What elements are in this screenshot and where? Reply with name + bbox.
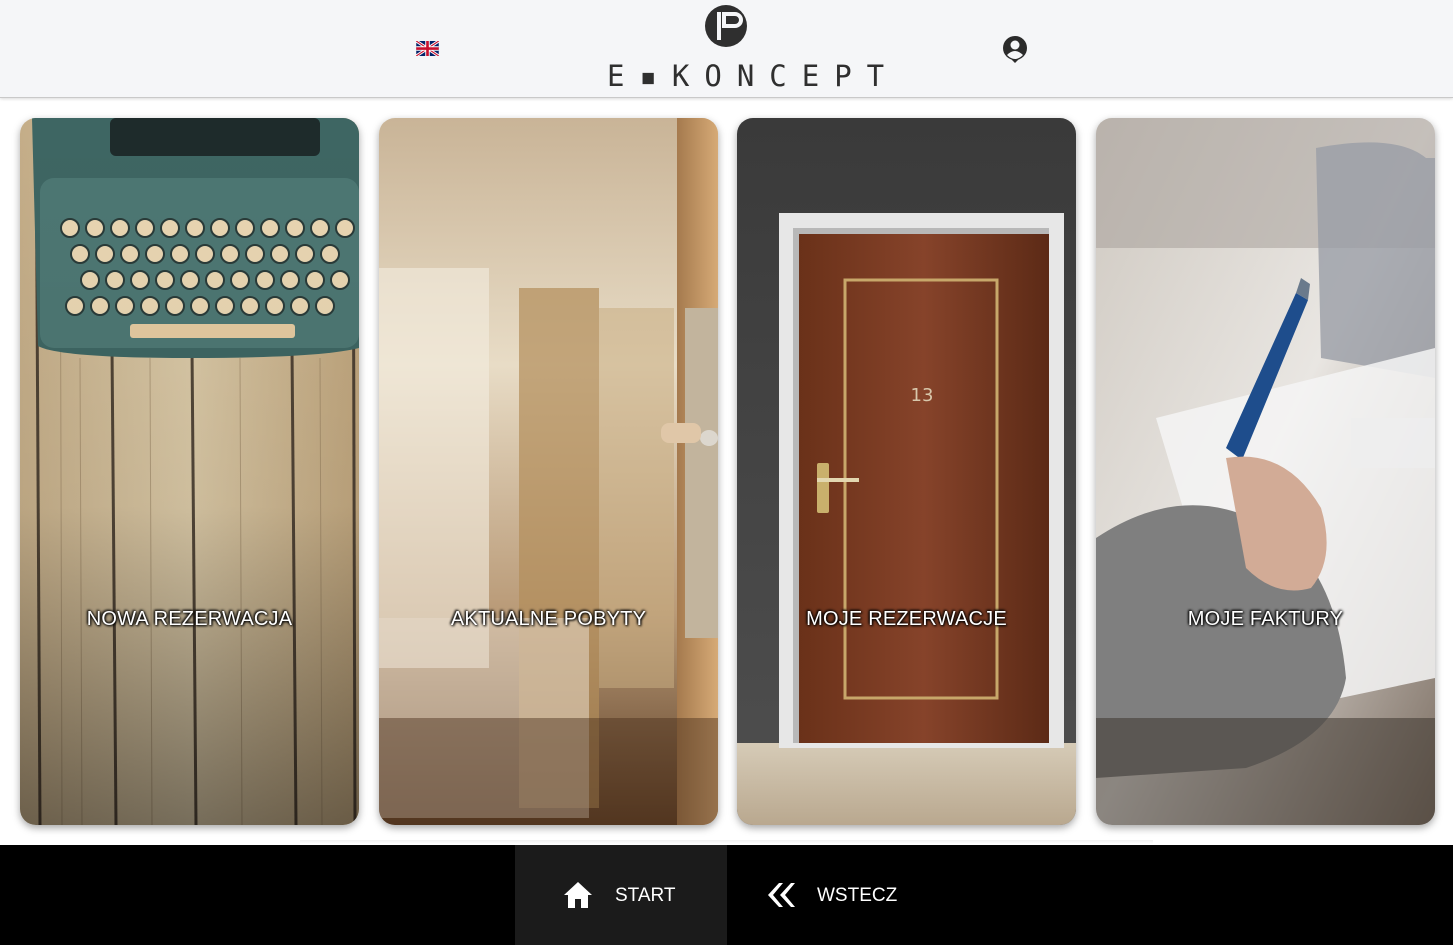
bottom-navigation: START WSTECZ: [0, 845, 1453, 945]
start-label: START: [615, 885, 676, 906]
tile-my-reservations[interactable]: 13 MOJE REZERWACJE: [737, 118, 1076, 825]
tile-label-my-reservations: MOJE REZERWACJE: [806, 608, 1007, 630]
typewriter-image: [20, 118, 359, 825]
uk-flag-icon[interactable]: [416, 41, 439, 56]
tile-label-my-invoices: MOJE FAKTURY: [1187, 608, 1344, 630]
start-button[interactable]: START: [515, 845, 727, 945]
user-account-icon[interactable]: [1002, 35, 1028, 63]
logo-wordmark: E▪KONCEPT: [607, 59, 900, 93]
hotel-room-image: [379, 118, 718, 825]
back-button[interactable]: WSTECZ: [727, 845, 939, 945]
tile-my-invoices[interactable]: MOJE FAKTURY: [1096, 118, 1435, 825]
home-icon: [564, 882, 592, 908]
door-number: 13: [911, 385, 934, 406]
top-header: E▪KONCEPT: [0, 0, 1453, 98]
door-image: 13: [737, 118, 1076, 825]
tile-current-stays[interactable]: AKTUALNE POBYTY: [379, 118, 718, 825]
tile-new-reservation[interactable]: NOWA REZERWACJA: [20, 118, 359, 825]
ekoncept-logo: E▪KONCEPT: [604, 4, 900, 93]
tile-label-new-reservation: NOWA REZERWACJA: [86, 608, 293, 630]
tile-label-current-stays: AKTUALNE POBYTY: [450, 608, 647, 630]
writing-hand-image: [1096, 118, 1435, 825]
ekoncept-logo-mark: [705, 5, 747, 47]
back-label: WSTECZ: [817, 885, 898, 906]
content-divider: [300, 840, 1153, 844]
double-chevron-left-icon: [768, 883, 795, 907]
